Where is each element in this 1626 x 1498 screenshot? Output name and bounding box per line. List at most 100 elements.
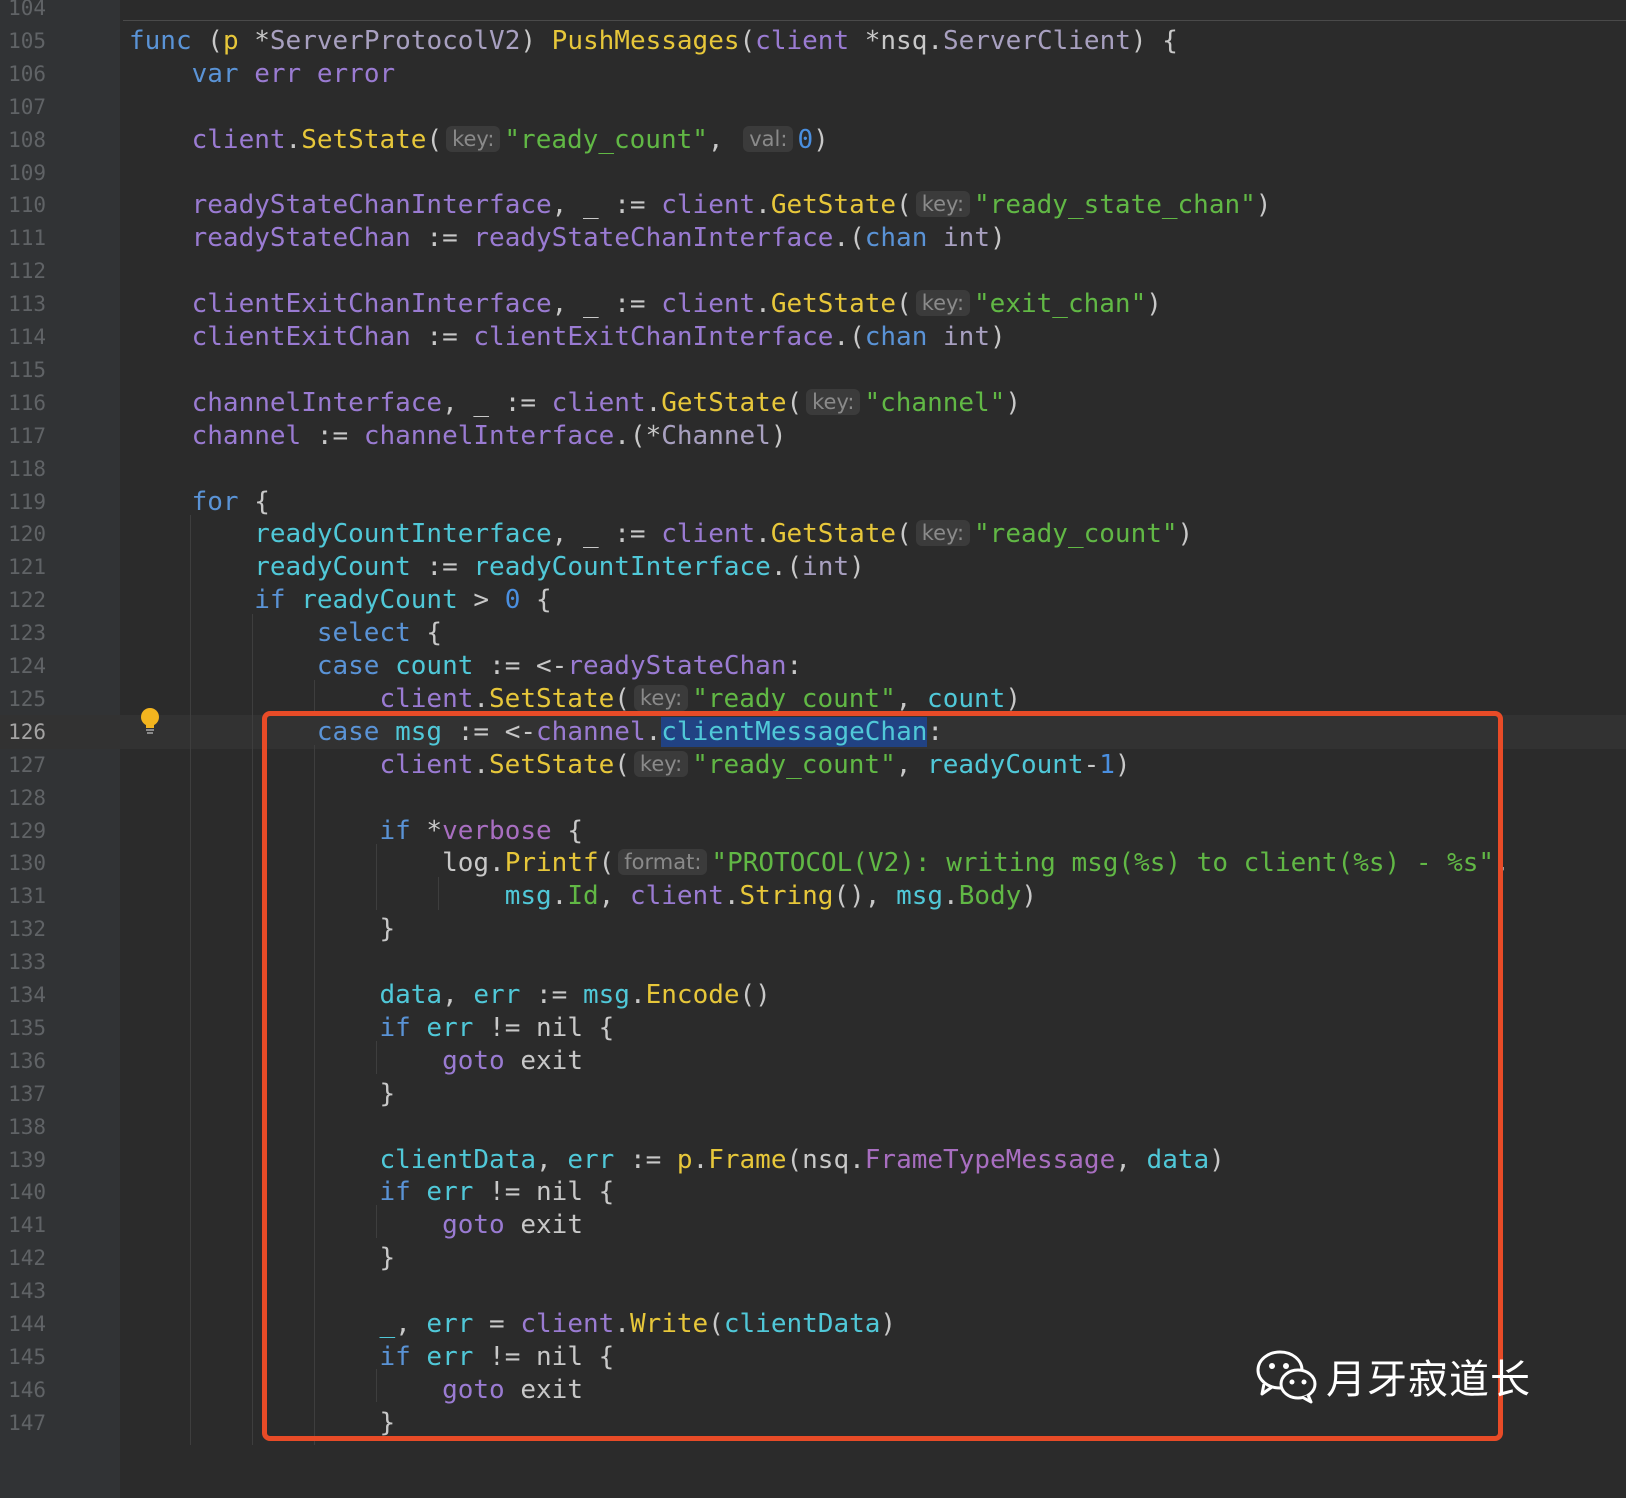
code-token: ( [739, 25, 756, 56]
code-token: readyStateChan [567, 651, 787, 681]
code-token: , [551, 519, 568, 550]
code-token: .( [833, 322, 865, 352]
code-line[interactable]: 122 if readyCount > 0 { [0, 583, 1626, 617]
parameter-hint: key: [915, 290, 971, 317]
line-number: 108 [8, 127, 46, 152]
code-token: p [222, 25, 239, 56]
code-token: select [316, 618, 411, 649]
code-line[interactable]: 104 [0, 0, 1626, 25]
code-token: ) [770, 420, 787, 451]
code-line[interactable]: 115 [0, 353, 1626, 387]
code-token: readyStateChanInterface [191, 190, 552, 221]
line-number: 117 [8, 423, 46, 448]
code-line[interactable]: 105 func (p *ServerProtocolV2) PushMessag… [0, 24, 1626, 58]
code-token: "channel" [864, 387, 1006, 418]
code-token: client [661, 190, 756, 221]
code-token: readyStateChan [191, 223, 411, 254]
code-token: ) [1177, 519, 1194, 550]
line-number: 140 [8, 1180, 46, 1205]
code-line[interactable]: 110 readyStateChanInterface, _ := client… [0, 188, 1626, 222]
code-token: , [895, 683, 912, 714]
code-token: ) [813, 124, 829, 155]
code-token: PushMessages [551, 25, 740, 56]
code-line[interactable]: 121 readyCount := readyCountInterface.(i… [0, 550, 1626, 584]
lightbulb-icon[interactable] [140, 707, 160, 735]
code-token: client [661, 289, 756, 320]
line-number: 120 [8, 522, 46, 547]
line-number: 111 [8, 226, 46, 251]
code-text: select { [129, 616, 442, 650]
code-line[interactable]: 118 [0, 452, 1626, 486]
line-number: 125 [8, 686, 46, 711]
code-line[interactable]: 112 [0, 254, 1626, 288]
code-token: .( [833, 223, 865, 254]
code-line[interactable]: 109 [0, 156, 1626, 190]
code-line[interactable]: 113 clientExitChanInterface, _ := client… [0, 287, 1626, 321]
line-number: 127 [8, 752, 46, 777]
code-token: func [129, 25, 192, 56]
code-token: * [254, 25, 270, 56]
code-line[interactable]: 120 readyCountInterface, _ := client.Get… [0, 517, 1626, 551]
code-editor[interactable]: 104 105 func (p *ServerProtocolV2) PushMes… [0, 0, 1626, 1498]
line-number: 119 [8, 489, 46, 514]
code-token: clientExitChanInterface [473, 322, 834, 352]
line-number: 135 [8, 1015, 46, 1040]
line-number: 144 [8, 1312, 46, 1336]
code-token: *nsq. [864, 25, 944, 56]
code-token: err [254, 58, 302, 89]
code-token: readyCount [254, 552, 411, 583]
code-line[interactable]: 124 case count := <-readyStateChan: [0, 649, 1626, 683]
code-line[interactable]: 123 select { [0, 616, 1626, 650]
code-line[interactable]: 106 var err error [0, 57, 1626, 91]
code-line[interactable]: 116 channelInterface, _ := client.GetSta… [0, 386, 1626, 420]
code-line[interactable]: 107 [0, 90, 1626, 124]
line-number: 116 [8, 390, 46, 415]
indent-guide [314, 680, 315, 712]
code-token: ServerProtocolV2 [269, 25, 521, 56]
code-token: "ready_state_chan" [974, 190, 1256, 221]
line-number: 115 [8, 357, 46, 382]
code-line[interactable]: 108 client.SetState(key: "ready_count", v… [0, 123, 1626, 157]
code-token: ( [896, 289, 912, 320]
code-token: int [802, 552, 850, 583]
code-text: client.SetState(key: "ready_count", val: 0… [129, 123, 829, 157]
code-token: , [551, 289, 568, 320]
code-token: .( [770, 552, 803, 583]
code-token: readyCountInterface [473, 552, 771, 583]
code-token: GetState [770, 519, 897, 550]
code-token: clientExitChanInterface [191, 289, 552, 320]
line-number: 107 [8, 94, 46, 119]
code-token: SetState [301, 124, 427, 155]
code-token: . [755, 190, 771, 221]
code-token: clientExitChan [191, 322, 411, 352]
code-token: var [191, 58, 239, 89]
line-number: 109 [8, 160, 46, 185]
code-token: int [943, 223, 990, 254]
code-line[interactable]: 111 readyStateChan := readyStateChanInte… [0, 221, 1626, 255]
code-line[interactable]: 119 for { [0, 485, 1626, 519]
code-token: readyCount [301, 585, 458, 616]
code-token: chan [864, 223, 928, 254]
line-number: 137 [8, 1081, 46, 1106]
code-token: := [489, 651, 521, 681]
parameter-hint: val: [743, 125, 794, 152]
code-token: 0 [504, 585, 521, 616]
code-line[interactable]: 117 channel := channelInterface.(*Channe… [0, 419, 1626, 453]
code-line[interactable]: 114 clientExitChan := clientExitChanInte… [0, 320, 1626, 354]
